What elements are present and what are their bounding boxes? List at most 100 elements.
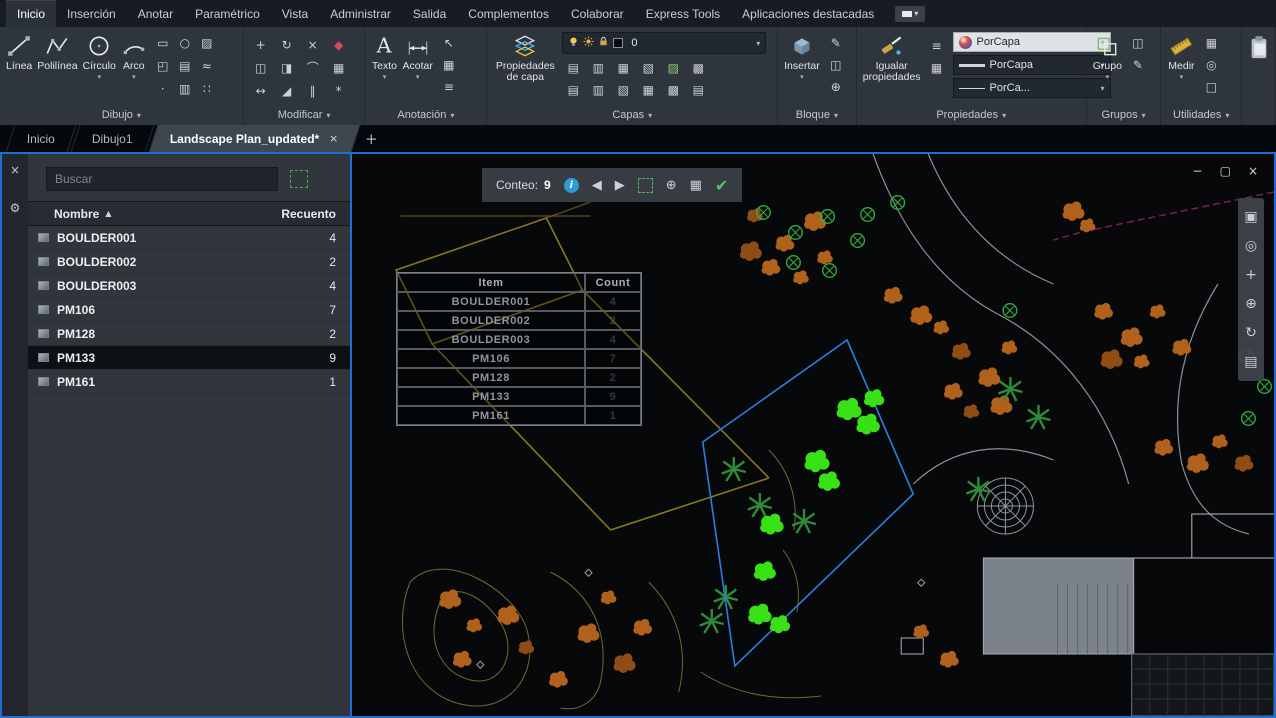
layer-match-icon[interactable]: ▩ <box>687 57 709 78</box>
divide-icon[interactable]: ∷ <box>196 78 218 99</box>
stretch-icon[interactable]: ↔ <box>250 80 272 101</box>
ribbon-tab-anotar[interactable]: Anotar <box>127 0 184 27</box>
layer-walk-icon[interactable]: ▦ <box>637 79 659 100</box>
insert-button[interactable]: Insertar ▾ <box>784 32 820 81</box>
annotative-icon[interactable]: ▦ <box>926 57 948 78</box>
ungroup-icon[interactable]: ◫ <box>1127 32 1149 53</box>
hatch-icon[interactable]: ▨ <box>196 32 218 53</box>
count-table-row[interactable]: PM133 9 <box>28 346 350 370</box>
panel-label-grupos[interactable]: Grupos ▾ <box>1087 105 1161 125</box>
properties-list-icon[interactable]: ≡ <box>926 35 948 56</box>
count-table-row[interactable]: BOULDER003 4 <box>28 274 350 298</box>
minimize-button[interactable]: − <box>1193 164 1203 178</box>
steering-wheel-icon[interactable]: ◎ <box>1245 238 1257 254</box>
ribbon-tab-inserción[interactable]: Inserción <box>56 0 127 27</box>
panel-label-bloque[interactable]: Bloque ▾ <box>778 105 856 125</box>
ribbon-tab-inicio[interactable]: Inicio <box>6 0 57 27</box>
count-table-row[interactable]: PM106 7 <box>28 298 350 322</box>
palette-settings-icon[interactable]: ⚙ <box>10 201 21 215</box>
palette-close-icon[interactable]: × <box>10 163 20 177</box>
circle-button[interactable]: Círculo ▾ <box>83 32 116 81</box>
ribbon-tab-express-tools[interactable]: Express Tools <box>635 0 731 27</box>
rectangle-icon[interactable]: ▭ <box>152 32 174 53</box>
group-edit-icon[interactable]: ✎ <box>1127 54 1149 75</box>
prev-arrow-icon[interactable]: ◀ <box>592 178 602 193</box>
create-block-icon[interactable]: ◫ <box>825 54 847 75</box>
spline-icon[interactable]: ≈ <box>196 55 218 76</box>
count-table-row[interactable]: BOULDER002 2 <box>28 250 350 274</box>
copy-icon[interactable]: ◫ <box>250 57 272 78</box>
layer-thaw-icon[interactable]: ▥ <box>587 79 609 100</box>
panel-label-portapapeles[interactable] <box>1242 105 1275 125</box>
explode-icon[interactable]: * <box>328 80 350 101</box>
tab-close-icon[interactable]: × <box>329 132 338 145</box>
layer-freeze-icon[interactable]: ▦ <box>612 57 634 78</box>
layer-lock-icon[interactable]: ▧ <box>637 57 659 78</box>
rotate-icon[interactable]: ↻ <box>276 34 298 55</box>
erase-icon[interactable]: ◆ <box>328 34 350 55</box>
count-table-row[interactable]: PM161 1 <box>28 370 350 394</box>
offset-icon[interactable]: ∥ <box>302 80 324 101</box>
layer-dropdown[interactable]: 0 ▾ <box>562 32 767 54</box>
pan-icon[interactable]: + <box>1245 267 1257 283</box>
layer-unlock-icon[interactable]: ▧ <box>612 79 634 100</box>
layer-current-icon[interactable]: ▨ <box>662 57 684 78</box>
finish-count-icon[interactable]: ✔ <box>715 176 728 195</box>
layer-merge-icon[interactable]: ▤ <box>687 79 709 100</box>
quick-select-icon[interactable]: □ <box>1200 76 1222 97</box>
panel-label-dibujo[interactable]: Dibujo ▾ <box>0 105 243 125</box>
ribbon-tab-salida[interactable]: Salida <box>402 0 457 27</box>
layer-state-icon[interactable]: ▩ <box>662 79 684 100</box>
move-icon[interactable]: + <box>250 34 272 55</box>
group-button[interactable]: Grupo ▾ <box>1093 32 1122 81</box>
ribbon-tab-administrar[interactable]: Administrar <box>319 0 402 27</box>
polyline-button[interactable]: Polilínea <box>37 32 78 72</box>
edit-block-icon[interactable]: ✎ <box>825 32 847 53</box>
quick-calc-icon[interactable]: ▦ <box>1200 32 1222 53</box>
trim-icon[interactable]: × <box>302 34 324 55</box>
measure-button[interactable]: Medir ▾ <box>1167 32 1195 81</box>
ribbon-tab-vista[interactable]: Vista <box>271 0 319 27</box>
base-point-icon[interactable]: ⊕ <box>825 76 847 97</box>
leader-icon[interactable]: ↖ <box>438 32 460 53</box>
name-column-header[interactable]: Nombre ▲ <box>28 207 112 221</box>
line-button[interactable]: Línea <box>6 32 32 72</box>
panel-label-utilidades[interactable]: Utilidades ▾ <box>1161 105 1241 125</box>
point-icon[interactable]: · <box>152 78 174 99</box>
viewcube-icon[interactable]: ▣ <box>1244 209 1257 225</box>
text-style-icon[interactable]: ≡ <box>438 76 460 97</box>
id-point-icon[interactable]: ◎ <box>1200 54 1222 75</box>
next-arrow-icon[interactable]: ▶ <box>615 178 625 193</box>
ellipse-icon[interactable]: ○ <box>174 32 196 53</box>
create-table-icon[interactable]: ▦ <box>690 178 702 193</box>
ribbon-tab-complementos[interactable]: Complementos <box>457 0 560 27</box>
ribbon-tab-aplicaciones-destacadas[interactable]: Aplicaciones destacadas <box>731 0 885 27</box>
panel-label-propiedades[interactable]: Propiedades ▾ <box>857 105 1086 125</box>
arc-button[interactable]: Arco ▾ <box>121 32 147 81</box>
region-icon[interactable]: ▤ <box>174 55 196 76</box>
drawing-canvas[interactable]: Conteo: 9 i ◀ ▶ ⊕ ▦ ✔ − ▢ × ▣ ◎ + ⊕ ↻ ▤ Item Count BOU… <box>350 154 1274 716</box>
new-tab-button[interactable]: + <box>358 125 384 152</box>
restore-button[interactable]: ▢ <box>1220 164 1231 178</box>
panel-label-anotacion[interactable]: Anotación ▾ <box>365 105 486 125</box>
boundary-icon[interactable]: ◰ <box>152 55 174 76</box>
layer-isolate-icon[interactable]: ▥ <box>587 57 609 78</box>
layer-properties-button[interactable]: Propiedades de capa <box>493 32 557 83</box>
count-table-row[interactable]: BOULDER001 4 <box>28 226 350 250</box>
file-tab[interactable]: Dibujo1 <box>70 125 155 152</box>
zoom-icon[interactable]: ⊕ <box>1245 296 1257 312</box>
close-button[interactable]: × <box>1248 164 1258 178</box>
dimension-button[interactable]: Acotar ▾ <box>402 32 433 81</box>
count-column-header[interactable]: Recuento <box>281 207 350 221</box>
match-properties-button[interactable]: Igualar propiedades <box>863 32 921 83</box>
select-objects-icon[interactable] <box>290 170 308 188</box>
search-input[interactable] <box>46 167 278 191</box>
file-tab[interactable]: Landscape Plan_updated* × <box>148 125 360 152</box>
info-icon[interactable]: i <box>563 177 579 193</box>
layer-off-icon[interactable]: ▤ <box>562 57 584 78</box>
fillet-icon[interactable]: ⌒ <box>302 57 324 78</box>
scale-icon[interactable]: ◢ <box>276 80 298 101</box>
ribbon-tab-paramétrico[interactable]: Paramétrico <box>184 0 271 27</box>
text-button[interactable]: A Texto ▾ <box>371 32 397 82</box>
array-icon[interactable]: ▦ <box>328 57 350 78</box>
